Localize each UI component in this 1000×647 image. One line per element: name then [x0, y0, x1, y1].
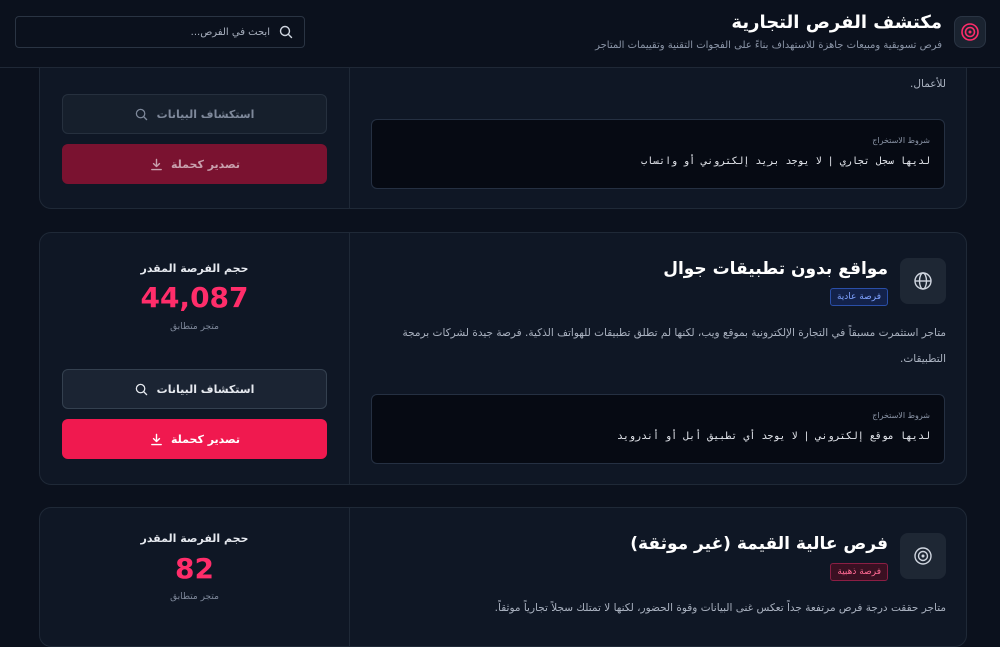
conditions-label: شروط الاستخراج — [872, 136, 930, 145]
card-description: متاجر حققت درجة فرص مرتفعة جداً تعكس غنى… — [494, 602, 946, 614]
explore-label: استكشاف البيانات — [156, 107, 255, 121]
opportunity-badge: فرصة عادية — [829, 288, 888, 306]
search-icon — [135, 382, 149, 396]
export-label: تصدير كحملة — [171, 157, 240, 171]
search-icon — [278, 24, 294, 40]
conditions-label: شروط الاستخراج — [872, 411, 930, 420]
conditions-value: لديها موقع إلكتروني | لا يوجد أي تطبيق أ… — [616, 431, 930, 442]
card-description: متاجر استثمرت مسبقاً في التجارة الإلكترو… — [402, 327, 946, 365]
search-icon — [135, 107, 149, 121]
target-icon — [954, 16, 986, 48]
globe-icon — [900, 258, 946, 304]
download-icon — [149, 157, 163, 171]
export-campaign-button[interactable]: تصدير كحملة — [62, 419, 327, 459]
search-placeholder: ابحث في الفرص... — [190, 26, 270, 38]
stat-value: 82 — [175, 552, 214, 585]
stat-label: حجم الفرصة المقدر — [140, 262, 249, 275]
export-campaign-button[interactable]: تصدير كحملة — [62, 144, 327, 184]
explore-data-button[interactable]: استكشاف البيانات — [62, 369, 327, 409]
card-divider — [349, 233, 350, 484]
opportunity-badge: فرصة ذهبية — [830, 563, 888, 581]
conditions-value: لديها سجل تجاري | لا يوجد بريد إلكتروني … — [641, 156, 930, 167]
explore-data-button[interactable]: استكشاف البيانات — [62, 94, 327, 134]
card-description: للأعمال. — [910, 78, 946, 90]
card-title: مواقع بدون تطبيقات جوال — [663, 259, 888, 279]
stat-label: حجم الفرصة المقدر — [140, 532, 249, 545]
download-icon — [149, 432, 163, 446]
target-icon — [900, 533, 946, 579]
opportunity-card: مواقع بدون تطبيقات جوال فرصة عادية متاجر… — [39, 232, 967, 485]
stat-subtext: متجر متطابق — [170, 322, 219, 332]
conditions-box: شروط الاستخراج لديها موقع إلكتروني | لا … — [371, 394, 945, 464]
explore-label: استكشاف البيانات — [156, 382, 255, 396]
card-divider — [349, 508, 350, 646]
search-input[interactable]: ابحث في الفرص... — [15, 16, 305, 48]
opportunity-card: فرص عالية القيمة (غير موثقة) فرصة ذهبية … — [39, 507, 967, 647]
export-label: تصدير كحملة — [171, 432, 240, 446]
page-title: مكتشف الفرص التجارية — [731, 12, 942, 33]
page-subtitle: فرص تسويقية ومبيعات جاهزة للاستهداف بناء… — [595, 40, 942, 51]
card-title: فرص عالية القيمة (غير موثقة) — [630, 534, 888, 554]
stat-subtext: متجر متطابق — [170, 592, 219, 602]
conditions-box: شروط الاستخراج لديها سجل تجاري | لا يوجد… — [371, 119, 945, 189]
stat-value: 44,087 — [140, 281, 249, 314]
app-header: مكتشف الفرص التجارية فرص تسويقية ومبيعات… — [0, 0, 1000, 68]
